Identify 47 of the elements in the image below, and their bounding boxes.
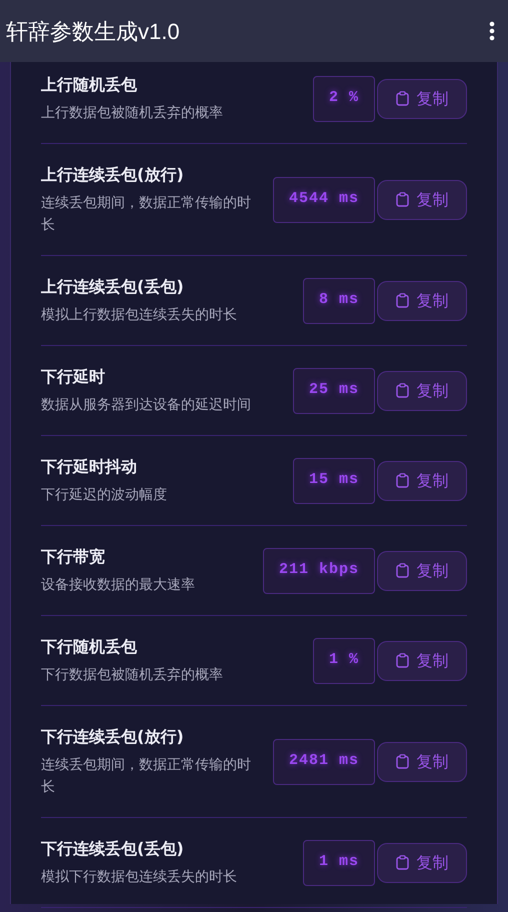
param-title: 上行随机丢包	[41, 74, 137, 96]
param-description: 模拟上行数据包连续丢失的时长	[41, 306, 238, 325]
value-display: 4544 ms	[272, 176, 375, 222]
value-display: 2481 ms	[272, 738, 375, 784]
app-title: 轩辞参数生成v1.0	[6, 18, 180, 46]
param-description: 模拟下行数据包连续丢失的时长	[41, 868, 238, 887]
copy-button[interactable]: 复制	[377, 842, 467, 882]
copy-button[interactable]: 复制	[377, 78, 467, 118]
param-description: 上行数据包被随机丢弃的概率	[41, 104, 224, 123]
param-title: 下行延时	[41, 366, 105, 388]
copy-button[interactable]: 复制	[377, 550, 467, 590]
value-display: 15 ms	[292, 458, 375, 504]
param-title: 上行连续丢包(丢包)	[41, 276, 184, 298]
value-display: 25 ms	[292, 368, 375, 414]
param-description: 连续丢包期间，数据正常传输的时长	[41, 756, 252, 797]
copy-button[interactable]: 复制	[377, 460, 467, 500]
param-description: 数据从服务器到达设备的延迟时间	[41, 396, 252, 415]
param-title: 下行连续丢包(放行)	[41, 726, 184, 748]
param-title: 下行随机丢包	[41, 636, 137, 658]
value-display: 1 ms	[302, 840, 375, 886]
param-description: 设备接收数据的最大速率	[41, 576, 196, 595]
clipboard-icon	[396, 563, 408, 578]
clipboard-icon	[396, 91, 408, 106]
clipboard-icon	[396, 192, 408, 207]
value-display: 1 %	[312, 638, 375, 684]
param-description: 下行数据包被随机丢弃的概率	[41, 666, 224, 685]
clipboard-icon	[396, 293, 408, 308]
param-description: 连续丢包期间，数据正常传输的时长	[41, 194, 252, 235]
param-title: 下行延时抖动	[41, 456, 137, 478]
value-display: 211 kbps	[262, 548, 375, 594]
clipboard-icon	[396, 383, 408, 398]
copy-button[interactable]: 复制	[377, 280, 467, 320]
clipboard-icon	[396, 653, 408, 668]
value-display: 2 %	[312, 76, 375, 122]
clipboard-icon	[396, 754, 408, 769]
clipboard-icon	[396, 855, 408, 870]
copy-button[interactable]: 复制	[377, 742, 467, 782]
copy-button[interactable]: 复制	[377, 370, 467, 410]
param-description: 下行延迟的波动幅度	[41, 486, 168, 505]
param-title: 下行连续丢包(丢包)	[41, 838, 184, 860]
param-title: 下行带宽	[41, 546, 105, 568]
value-display: 8 ms	[302, 278, 375, 324]
more-icon	[489, 21, 495, 41]
copy-button[interactable]: 复制	[377, 640, 467, 680]
copy-button[interactable]: 复制	[377, 180, 467, 220]
clipboard-icon	[396, 473, 408, 488]
param-title: 上行连续丢包(放行)	[41, 164, 184, 186]
